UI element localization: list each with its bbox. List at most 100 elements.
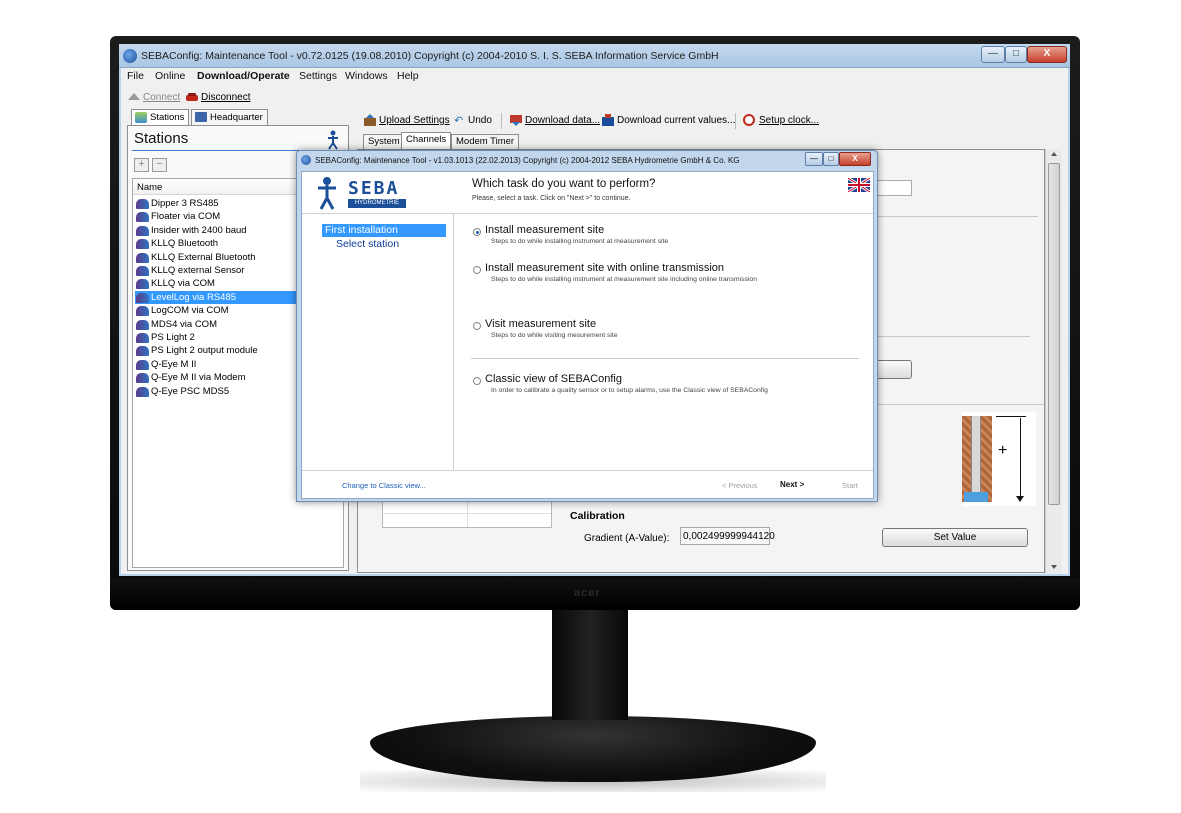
tab-system[interactable]: System [363,134,405,149]
station-icon [136,386,149,397]
menu-settings[interactable]: Settings [299,70,337,82]
tab-stations[interactable]: Stations [131,109,190,126]
nav-select-station[interactable]: Select station [336,238,399,250]
dialog-maximize-button[interactable]: □ [823,152,839,166]
tab-modem-timer[interactable]: Modem Timer [451,134,520,149]
wizard-navigation: First installation Select station [302,214,454,470]
section-divider [858,336,1030,337]
menu-file[interactable]: File [127,70,144,82]
setup-clock-button[interactable]: Setup clock... [759,115,819,126]
main-toolbar: Connect Disconnect [121,87,1068,107]
gradient-label: Gradient (A-Value): [584,533,670,544]
station-icon [136,319,149,330]
menu-windows[interactable]: Windows [345,70,388,82]
tab-channels[interactable]: Channels [401,132,452,149]
option-install-online-desc: Steps to do while installing instrument … [491,276,757,283]
download-data-button[interactable]: Download data... [525,115,600,126]
dialog-header-subtitle: Please, select a task. Click on "Next >"… [472,195,631,202]
station-item[interactable]: KLLQ via COM [135,277,303,290]
station-item[interactable]: Q-Eye PSC MDS5 [135,385,303,398]
dialog-minimize-button[interactable]: — [805,152,823,166]
undo-button[interactable]: Undo [468,115,492,126]
disconnect-icon [185,92,199,102]
scroll-down-icon[interactable] [1051,565,1057,569]
stations-tab-icon [135,112,147,123]
scrollbar-thumb[interactable] [1048,163,1060,505]
option-visit-label[interactable]: Visit measurement site [485,318,596,330]
set-value-button[interactable]: Set Value [882,528,1028,547]
dialog-close-button[interactable]: X [839,152,871,166]
start-button[interactable]: Start [842,481,858,490]
station-icon [136,333,149,343]
station-item[interactable]: Insider with 2400 baud [135,224,303,237]
tab-headquarter[interactable]: Headquarter [191,109,268,125]
option-classic-label[interactable]: Classic view of SEBAConfig [485,373,622,385]
seba-figure-icon [318,177,336,210]
download-current-icon [601,114,615,126]
next-button[interactable]: Next > [780,480,804,489]
dialog-footer: Change to Classic view... < Previous Nex… [302,470,873,498]
dialog-title: SEBAConfig: Maintenance Tool - v1.03.101… [315,156,740,165]
seba-figure-icon [324,130,342,150]
station-item[interactable]: Dipper 3 RS485 [135,197,303,210]
station-item[interactable]: Q-Eye M II via Modem [135,371,303,384]
upload-settings-button[interactable]: Upload Settings [379,115,450,126]
add-station-button[interactable]: + [134,158,149,172]
download-data-icon [509,114,523,126]
station-item[interactable]: MDS4 via COM [135,318,303,331]
option-install-radio[interactable] [473,228,481,236]
menu-help[interactable]: Help [397,70,419,82]
dialog-body: SEBA HYDROMETRIE Which task do you want … [301,171,874,499]
dialog-titlebar: SEBAConfig: Maintenance Tool - v1.03.101… [297,151,877,169]
close-button[interactable]: X [1027,46,1067,63]
upload-icon [363,114,377,126]
station-item[interactable]: LogCOM via COM [135,304,303,317]
section-divider [858,216,1038,217]
vertical-scrollbar[interactable] [1045,149,1062,573]
connect-icon [127,91,141,101]
options-divider [471,358,859,359]
maximize-button[interactable]: □ [1005,46,1027,63]
station-item[interactable]: Floater via COM [135,210,303,223]
scroll-up-icon[interactable] [1051,152,1057,156]
gradient-value-field[interactable]: 0,002499999944120 [680,527,775,545]
station-item[interactable]: KLLQ Bluetooth [135,237,303,250]
download-current-values-button[interactable]: Download current values... [617,115,735,126]
option-install-online-radio[interactable] [473,266,481,274]
station-item[interactable]: PS Light 2 [135,331,303,344]
probe-pipe-illustration [971,416,981,502]
water-level-diagram: + [962,412,1036,506]
undo-icon: ↶ [454,115,464,127]
option-visit-radio[interactable] [473,322,481,330]
calibration-label: Calibration [570,510,625,522]
seba-logo-subtext: HYDROMETRIE [348,199,406,208]
station-item[interactable]: PS Light 2 output module [135,344,303,357]
uk-flag-icon[interactable] [848,178,870,192]
station-item-selected[interactable]: LevelLog via RS485 [135,290,299,305]
reference-line [996,416,1026,417]
connect-button[interactable]: Connect [143,92,180,103]
change-to-classic-view-link[interactable]: Change to Classic view... [342,481,426,490]
station-item[interactable]: Q-Eye M II [135,358,303,371]
minimize-button[interactable]: — [981,46,1005,63]
station-icon [136,359,149,370]
menu-online[interactable]: Online [155,70,185,82]
station-item[interactable]: KLLQ external Sensor [135,264,303,277]
option-install-online-label[interactable]: Install measurement site with online tra… [485,262,724,274]
option-classic-radio[interactable] [473,377,481,385]
disconnect-button[interactable]: Disconnect [201,92,250,103]
stations-heading-underline [132,150,318,151]
option-install-label[interactable]: Install measurement site [485,224,604,236]
remove-station-button[interactable]: − [152,158,167,172]
station-icon [136,292,149,303]
plus-sign: + [998,442,1008,459]
station-item[interactable]: KLLQ External Bluetooth [135,251,303,264]
previous-button[interactable]: < Previous [722,481,758,490]
task-options: Install measurement site Steps to do whi… [455,214,873,470]
toolbar-separator [501,113,502,129]
nav-first-installation[interactable]: First installation [322,224,446,237]
app-title: SEBAConfig: Maintenance Tool - v0.72.012… [141,50,719,62]
station-icon [136,212,149,223]
menu-download-operate[interactable]: Download/Operate [197,70,290,82]
station-icon [136,239,149,250]
